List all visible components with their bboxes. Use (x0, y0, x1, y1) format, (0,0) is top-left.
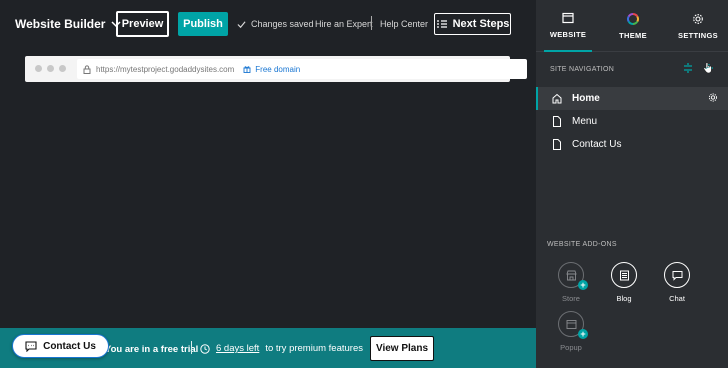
add-icon: + (578, 280, 588, 290)
premium-text: to try premium features (265, 343, 363, 354)
days-left-link[interactable]: 6 days left (216, 343, 259, 354)
addon-label: Chat (669, 294, 685, 303)
gear-icon (693, 13, 703, 24)
reorder-icon[interactable] (682, 62, 694, 74)
blog-icon (619, 270, 629, 280)
contact-us-button[interactable]: Contact Us (12, 334, 109, 358)
addon-blog[interactable]: Blog (604, 262, 644, 303)
preview-button[interactable]: Preview (116, 11, 169, 37)
contact-us-label: Contact Us (43, 340, 96, 352)
days-left-info: 6 days left to try premium features (200, 343, 363, 354)
next-steps-label: Next Steps (452, 18, 510, 30)
nav-item-label: Menu (572, 116, 598, 127)
help-center-link[interactable]: Help Center (380, 19, 428, 29)
add-icon: + (578, 329, 588, 339)
lock-icon (83, 64, 91, 74)
panel-tabs: WEBSITE THEME SETTINGS (536, 0, 728, 52)
site-navigation-title: SITE NAVIGATION (550, 66, 615, 73)
checkmark-icon (237, 20, 246, 28)
free-domain-label: Free domain (255, 64, 301, 74)
nav-item-label: Home (572, 93, 600, 104)
website-addons-title: WEBSITE ADD-ONS (547, 241, 617, 248)
hand-cursor-icon (703, 62, 712, 74)
addon-label: Popup (560, 343, 582, 352)
tab-settings[interactable]: SETTINGS (674, 0, 722, 52)
clock-icon (200, 343, 210, 354)
tab-theme-label: THEME (619, 30, 647, 40)
divider (371, 16, 372, 30)
popup-icon (566, 319, 576, 329)
browser-icon (562, 12, 574, 23)
next-steps-button[interactable]: Next Steps (434, 13, 511, 35)
brand-label: Website Builder (15, 17, 106, 31)
tab-website-label: WEBSITE (549, 29, 587, 39)
addon-popup-circle: + (558, 311, 588, 339)
window-dot (47, 65, 54, 72)
page-icon (553, 139, 561, 150)
window-dot (35, 65, 42, 72)
addon-blog-circle (611, 262, 637, 288)
addon-store[interactable]: + Store (551, 262, 591, 303)
view-plans-button[interactable]: View Plans (370, 336, 434, 361)
addon-label: Store (562, 294, 580, 303)
tab-theme[interactable]: THEME (608, 0, 658, 52)
nav-item-menu[interactable]: Menu (536, 110, 728, 133)
page-settings-gear-icon[interactable] (708, 92, 718, 103)
store-icon (565, 270, 577, 280)
window-dots (35, 65, 66, 72)
home-icon (552, 93, 562, 104)
site-url: https://mytestproject.godaddysites.com (96, 64, 235, 74)
browser-frame: https://mytestproject.godaddysites.com F… (25, 56, 527, 82)
nav-item-contact-us[interactable]: Contact Us (536, 133, 728, 156)
free-domain-link[interactable]: Free domain (243, 65, 300, 74)
nav-item-label: Contact Us (572, 139, 622, 150)
color-wheel-icon (627, 12, 639, 25)
editor-panel: WEBSITE THEME SETTINGS SITE NAVIGATION H… (536, 0, 728, 368)
window-dot (59, 65, 66, 72)
publish-button[interactable]: Publish (178, 12, 228, 36)
addon-store-circle: + (558, 262, 588, 290)
hire-expert-link[interactable]: Hire an Expert (315, 19, 373, 29)
page-icon (553, 116, 561, 127)
message-icon (25, 340, 37, 352)
save-status-label: Changes saved (251, 19, 314, 29)
top-toolbar: Website Builder Preview Publish Changes … (0, 0, 536, 48)
addon-popup[interactable]: + Popup (551, 311, 591, 352)
checklist-icon (436, 20, 447, 28)
addon-chat[interactable]: Chat (657, 262, 697, 303)
chat-icon (672, 270, 682, 281)
banner-divider (191, 341, 192, 354)
save-status: Changes saved (237, 19, 314, 29)
trial-text: You are in a free trial (105, 344, 199, 355)
url-bar: https://mytestproject.godaddysites.com F… (77, 59, 527, 79)
website-builder-menu[interactable]: Website Builder (15, 17, 121, 31)
tab-website[interactable]: WEBSITE (544, 0, 592, 52)
tab-settings-label: SETTINGS (678, 30, 718, 40)
addon-label: Blog (616, 294, 632, 303)
addon-chat-circle (664, 262, 690, 288)
gift-icon (243, 66, 251, 73)
nav-item-home[interactable]: Home (536, 87, 728, 110)
